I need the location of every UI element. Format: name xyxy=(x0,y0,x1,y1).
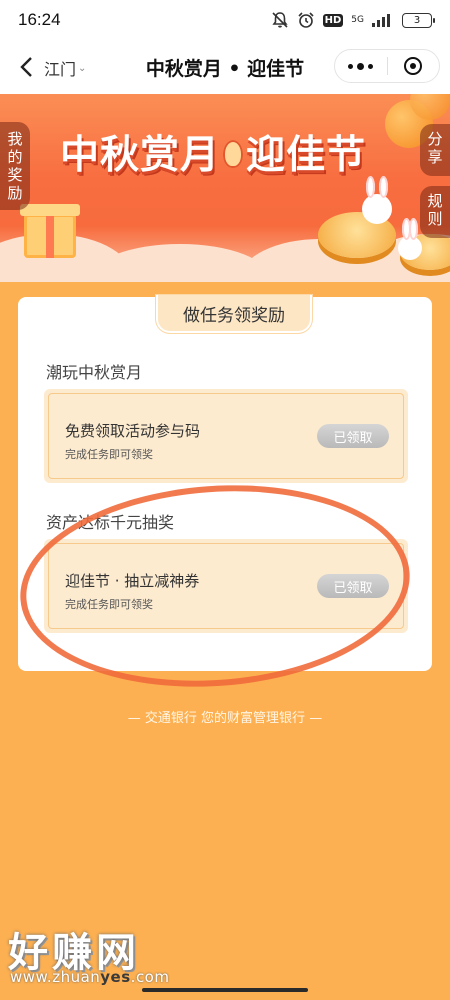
site-watermark: 好赚网 www.zhuanyes.com xyxy=(6,920,216,990)
banner-title-right: 迎佳节 xyxy=(246,132,367,178)
section-title: 资产达标千元抽奖 xyxy=(46,513,175,532)
target-close-icon xyxy=(404,57,423,75)
mute-bell-icon xyxy=(272,12,288,28)
my-rewards-tab[interactable]: 我的奖励 xyxy=(0,122,30,210)
task-name: 免费领取活动参与码 xyxy=(65,422,201,440)
status-bar: 16:24 HD 5G 3 xyxy=(0,0,450,40)
signal-icon xyxy=(372,14,390,27)
task-desc: 完成任务即可领奖 xyxy=(65,448,153,461)
claimed-button[interactable]: 已领取 xyxy=(317,574,389,598)
close-miniapp-button[interactable] xyxy=(388,57,440,75)
city-selector[interactable]: 江门 ⌄ xyxy=(44,56,86,80)
lantern-icon xyxy=(223,140,244,168)
task-name: 迎佳节 · 抽立减神券 xyxy=(65,572,200,590)
share-tab[interactable]: 分享 xyxy=(420,124,450,176)
claimed-button[interactable]: 已领取 xyxy=(317,424,389,448)
miniapp-capsule xyxy=(334,49,440,83)
rabbit-icon xyxy=(362,176,392,224)
banner-title: 中秋赏月 迎佳节 xyxy=(60,124,366,180)
gift-box-icon xyxy=(20,204,80,258)
rules-tab[interactable]: 规则 xyxy=(420,186,450,238)
watermark-url: www.zhuanyes.com xyxy=(10,968,170,986)
rabbit-icon xyxy=(398,218,422,260)
chevron-left-icon xyxy=(20,57,32,77)
network-label: 5G xyxy=(351,15,364,25)
task-desc: 完成任务即可领奖 xyxy=(65,598,153,611)
city-label: 江门 xyxy=(44,60,77,79)
nav-bar: 江门 ⌄ 中秋赏月 • 迎佳节 xyxy=(0,40,450,94)
hd-icon: HD xyxy=(322,13,344,27)
chevron-down-icon: ⌄ xyxy=(78,62,87,74)
card-header: 做任务领奖励 xyxy=(156,295,312,333)
more-dot-icon xyxy=(368,63,374,69)
task-item: 免费领取活动参与码 完成任务即可领奖 已领取 xyxy=(44,389,408,483)
section-title: 潮玩中秋赏月 xyxy=(46,363,143,382)
battery-icon: 3 xyxy=(402,12,435,28)
banner-title-left: 中秋赏月 xyxy=(60,132,221,178)
hero-banner: 中秋赏月 迎佳节 xyxy=(0,94,450,282)
task-item: 迎佳节 · 抽立减神券 完成任务即可领奖 已领取 xyxy=(44,539,408,633)
more-button[interactable] xyxy=(335,62,387,70)
battery-level: 3 xyxy=(413,14,421,26)
more-dot-icon xyxy=(348,63,354,69)
more-dot-icon xyxy=(357,62,365,70)
status-time: 16:24 xyxy=(18,10,61,29)
back-button[interactable] xyxy=(14,53,38,81)
home-indicator[interactable] xyxy=(142,988,308,992)
footer-slogan: — 交通银行 您的财富管理银行 — xyxy=(127,711,323,726)
alarm-icon xyxy=(298,12,314,28)
task-card: 做任务领奖励 潮玩中秋赏月 免费领取活动参与码 完成任务即可领奖 已领取 资产达… xyxy=(18,295,432,671)
status-icons: HD 5G 3 xyxy=(271,11,435,29)
